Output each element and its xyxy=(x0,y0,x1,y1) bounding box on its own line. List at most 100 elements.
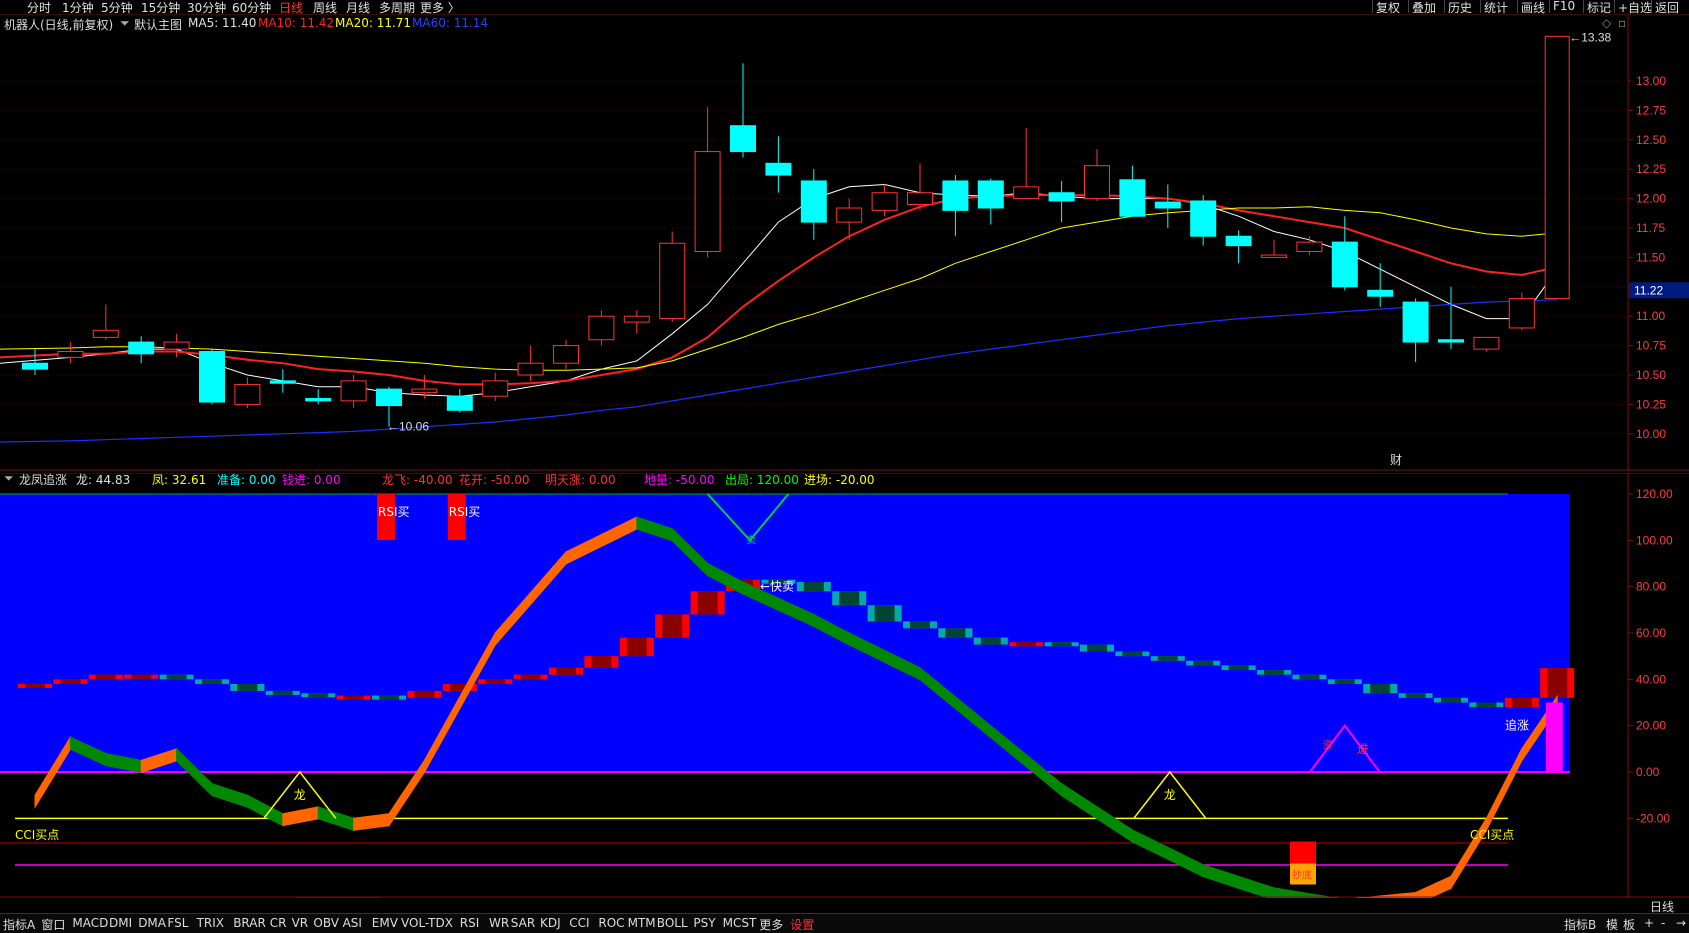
candle-body xyxy=(694,151,721,253)
candle-body xyxy=(1154,201,1181,209)
candle xyxy=(1048,180,1075,223)
indicator-chart[interactable]: 120.00 100.00 80.00 60.00 40.00 20.00 0.00 -20.… xyxy=(0,473,1689,898)
dragon-bar-core xyxy=(1122,651,1143,657)
indicator-tab-item-25[interactable]: 设置 xyxy=(790,916,814,933)
candle xyxy=(1225,230,1252,264)
fund-label: 资 xyxy=(1323,740,1333,752)
bottom-control-3[interactable]: + xyxy=(1644,916,1654,930)
candle-body xyxy=(1508,298,1535,329)
diamond-icon[interactable]: ◇ xyxy=(1602,16,1611,30)
candle-body xyxy=(907,192,933,205)
toolbar-separator xyxy=(1480,0,1481,13)
dragon-bar-core xyxy=(95,674,116,680)
price-tick-label: 12.00 xyxy=(1636,192,1666,206)
dragon-bar-core xyxy=(1405,693,1426,698)
indicator-tab-obv-10[interactable]: OBV xyxy=(313,916,339,930)
dragon-bar-core xyxy=(803,582,824,592)
indicator-tab-cci-18[interactable]: CCI xyxy=(569,916,589,930)
indicator-tab-sar-16[interactable]: SAR xyxy=(511,916,535,930)
indicator-tab-mtm-20[interactable]: MTM xyxy=(628,916,656,930)
bottom-label: 抄底 xyxy=(1292,869,1312,882)
rsi-buy-label: RSI买 xyxy=(378,505,410,519)
toolbar-separator xyxy=(1651,0,1652,13)
maximize-icon[interactable]: ▫ xyxy=(1618,16,1626,30)
indicator-tab-kdj-17[interactable]: KDJ xyxy=(540,916,561,930)
candle-body xyxy=(588,315,615,341)
indicator-tab-vol-tdx-13[interactable]: VOL-TDX xyxy=(401,916,453,930)
bottom-control-5[interactable]: → xyxy=(1676,916,1686,930)
dragon-bar-core xyxy=(1476,702,1497,708)
candle-body xyxy=(1367,289,1394,297)
candle xyxy=(199,349,225,405)
bottom-control-0[interactable]: 指标B xyxy=(1564,916,1596,933)
price-tick-label: 11.00 xyxy=(1636,309,1665,323)
dragon-bar-core xyxy=(520,674,541,680)
dragon-bar-core xyxy=(1511,697,1532,708)
indicator-dropdown-icon[interactable]: ⏷ xyxy=(4,471,14,486)
indicator-tab-vr-9[interactable]: VR xyxy=(292,916,309,930)
candle-body xyxy=(411,388,438,394)
bottom-control-4[interactable]: - xyxy=(1661,916,1665,930)
dragon-bar-core xyxy=(1193,660,1214,666)
dragon-bar-core xyxy=(945,628,966,638)
price-tick-label: 10.75 xyxy=(1636,339,1666,353)
template-dropdown-icon[interactable]: ⏷ xyxy=(120,16,130,31)
indicator-tab-roc-19[interactable]: ROC xyxy=(598,916,624,930)
candle xyxy=(1190,195,1217,246)
indicator-tab-trix-6[interactable]: TRIX xyxy=(197,916,224,930)
indicator-tab-boll-21[interactable]: BOLL xyxy=(657,916,688,930)
candle xyxy=(482,372,509,401)
indicator-tab-mcst-23[interactable]: MCST xyxy=(723,916,757,930)
indicator-value-3: 钱进: 0.00 xyxy=(282,473,341,487)
indicator-tab-asi-11[interactable]: ASI xyxy=(343,916,362,930)
candle-body xyxy=(1225,235,1252,247)
stock-title: 机器人(日线,前复权) xyxy=(4,18,114,32)
indicator-tab-wr-15[interactable]: WR xyxy=(489,916,509,930)
dragon-bar-core xyxy=(1087,644,1107,652)
dragon-bar-core xyxy=(839,591,860,606)
candle-body xyxy=(1013,186,1040,200)
indicator-tab-dmi-3[interactable]: DMI xyxy=(109,916,132,930)
candle-body xyxy=(22,362,48,370)
dragon-bar-core xyxy=(1547,668,1568,698)
indicator-tab-emv-12[interactable]: EMV xyxy=(372,916,398,930)
candle-body xyxy=(871,192,898,211)
candle-body xyxy=(517,362,544,376)
candle xyxy=(234,377,261,408)
toolbar-button-5[interactable]: F10 xyxy=(1553,0,1575,13)
dragon-bar-core xyxy=(1264,670,1284,675)
candle xyxy=(1438,286,1464,350)
period-indicator: 日线 xyxy=(1649,900,1674,914)
indicator-tab-cr-8[interactable]: CR xyxy=(270,916,287,930)
price-tick-label: 12.50 xyxy=(1636,133,1666,147)
bottom-bar-red xyxy=(1290,841,1316,864)
ma20-line xyxy=(0,206,1558,371)
candle xyxy=(1261,239,1287,258)
candle-body xyxy=(1473,336,1500,350)
toolbar-separator xyxy=(1549,0,1550,13)
indicator-tab-rsi-14[interactable]: RSI xyxy=(460,916,480,930)
template-name[interactable]: 默认主图 xyxy=(134,16,182,33)
indicator-tab-a-0[interactable]: 指标A xyxy=(3,916,35,933)
phoenix-band xyxy=(1415,875,1452,898)
candle xyxy=(1402,298,1429,363)
price-chart[interactable]: 13.0012.7512.5012.2512.0011.7511.5011.25… xyxy=(0,14,1689,471)
bottom-control-1[interactable]: 模 xyxy=(1606,916,1618,933)
indicator-tab-item-1[interactable]: 窗口 xyxy=(41,916,65,933)
indicator-tab-item-24[interactable]: 更多 xyxy=(759,916,783,933)
indicator-tab-psy-22[interactable]: PSY xyxy=(693,916,715,930)
indicator-tab-macd-2[interactable]: MACD xyxy=(72,916,108,930)
candle xyxy=(517,345,544,381)
indicator-value-8: 出局: 120.00 xyxy=(725,473,799,487)
indicator-tab-brar-7[interactable]: BRAR xyxy=(233,916,266,930)
indicator-tab-fsl-5[interactable]: FSL xyxy=(167,916,188,930)
bottom-control-2[interactable]: 板 xyxy=(1623,916,1635,933)
candle xyxy=(730,63,756,158)
chase-bar xyxy=(1545,702,1563,772)
period-toolbar: 分时 1分钟 5分钟 15分钟 30分钟 60分钟 日线 周线 月线 多周期 更多 〉复权 叠加 历史统… xyxy=(0,0,1689,15)
ma10-label: MA10: 11.42 xyxy=(258,16,335,30)
cci-buy-left: CCI买点 xyxy=(15,828,59,842)
candle xyxy=(553,339,579,370)
indicator-name[interactable]: 龙凤追涨 xyxy=(19,471,67,488)
indicator-tab-dma-4[interactable]: DMA xyxy=(138,916,166,930)
